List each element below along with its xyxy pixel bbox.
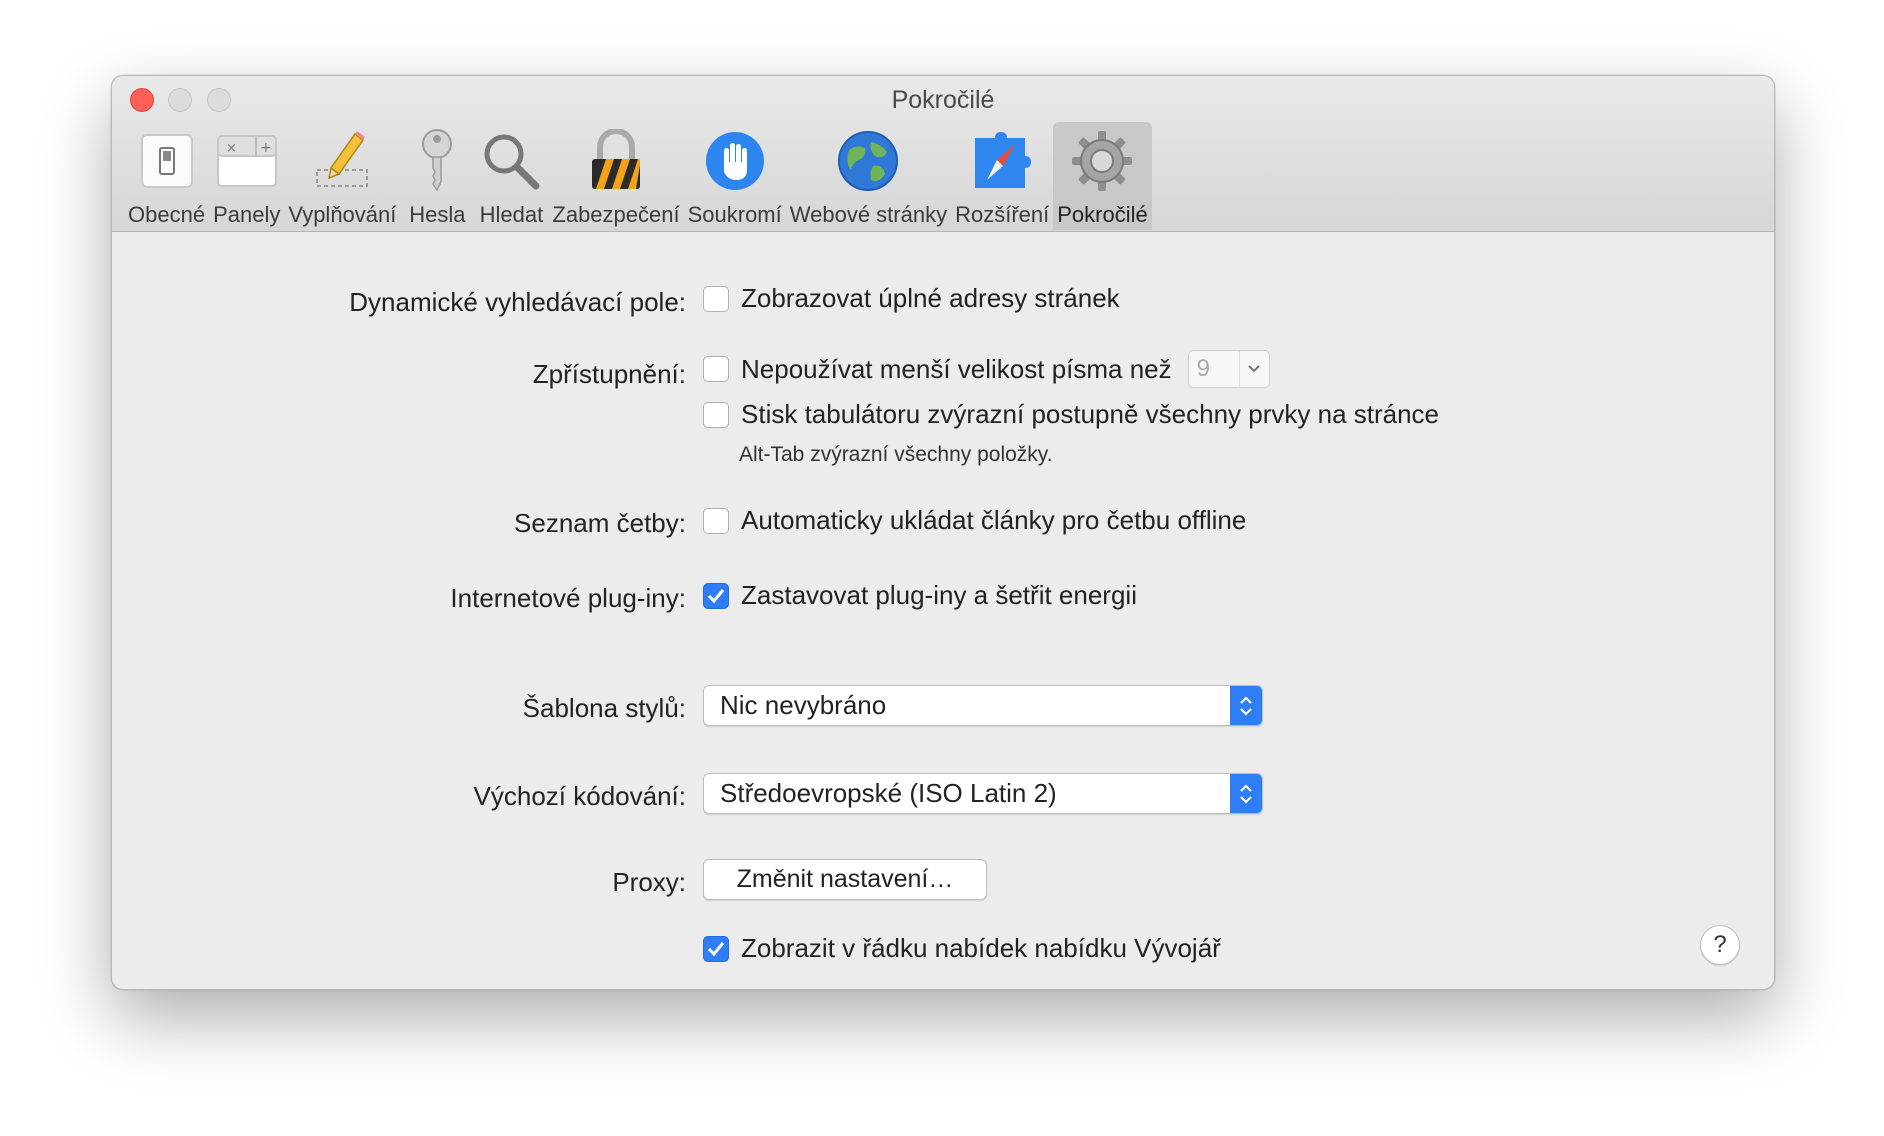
- tab-passwords[interactable]: Hesla: [400, 122, 474, 230]
- help-button[interactable]: ?: [1700, 925, 1740, 965]
- tab-privacy[interactable]: Soukromí: [684, 122, 786, 230]
- gear-icon: [1069, 128, 1135, 194]
- tab-highlight-text: Stisk tabulátoru zvýrazní postupně všech…: [741, 399, 1440, 429]
- padlock-icon: [583, 128, 649, 194]
- switch-icon: [134, 128, 200, 194]
- key-icon: [404, 128, 470, 194]
- tab-general[interactable]: Obecné: [124, 122, 209, 230]
- show-develop-menu-checkbox[interactable]: [703, 935, 729, 962]
- encoding-label: Výchozí kódování:: [473, 781, 686, 811]
- chevron-down-icon: [1238, 351, 1269, 387]
- show-full-address-row[interactable]: Zobrazovat úplné adresy stránek: [703, 283, 1120, 314]
- encoding-popup[interactable]: Středoevropské (ISO Latin 2): [703, 773, 1263, 814]
- show-develop-menu-row[interactable]: Zobrazit v řádku nabídek nabídku Vývojář: [703, 933, 1221, 964]
- globe-icon: [835, 128, 901, 194]
- updown-chevron-icon: [1230, 774, 1262, 813]
- smart-search-label: Dynamické vyhledávací pole:: [349, 287, 686, 317]
- show-develop-menu-text: Zobrazit v řádku nabídek nabídku Vývojář: [741, 933, 1221, 963]
- min-font-row[interactable]: Nepoužívat menší velikost písma než 9: [703, 350, 1270, 388]
- style-sheet-label: Šablona stylů:: [522, 693, 686, 723]
- checkmark-icon: [707, 588, 725, 603]
- tab-highlight-checkbox[interactable]: [703, 401, 729, 428]
- accessibility-label: Zpřístupnění:: [532, 359, 686, 389]
- tab-extensions-label: Rozšíření: [955, 202, 1050, 227]
- reading-list-offline-text: Automaticky ukládat články pro četbu off…: [741, 505, 1247, 535]
- plugins-label: Internetové plug-iny:: [450, 583, 686, 613]
- tab-search[interactable]: Hledat: [474, 122, 548, 230]
- stop-plugins-checkbox[interactable]: [703, 582, 729, 609]
- tab-passwords-label: Hesla: [409, 202, 466, 227]
- tabs-icon: × +: [214, 128, 280, 194]
- preferences-toolbar: Obecné × + Panely Vyplňování Hesla Hleda…: [124, 122, 1152, 232]
- svg-text:×: ×: [226, 141, 237, 156]
- svg-text:+: +: [260, 140, 272, 156]
- tab-websites-label: Webové stránky: [789, 202, 948, 227]
- tab-websites[interactable]: Webové stránky: [786, 122, 951, 230]
- tab-security-label: Zabezpečení: [552, 202, 680, 227]
- style-sheet-value: Nic nevybráno: [720, 690, 887, 720]
- tab-highlight-row[interactable]: Stisk tabulátoru zvýrazní postupně všech…: [703, 399, 1439, 430]
- tab-general-label: Obecné: [128, 202, 206, 227]
- updown-chevron-icon: [1230, 686, 1262, 725]
- pencil-icon: [309, 128, 375, 194]
- preferences-window: Pokročilé Obecné × + Panely Vyplňování H…: [111, 75, 1775, 990]
- reading-list-offline-row[interactable]: Automaticky ukládat články pro četbu off…: [703, 505, 1246, 536]
- checkmark-icon: [707, 941, 725, 956]
- show-full-address-checkbox[interactable]: [703, 285, 729, 312]
- reading-list-offline-checkbox[interactable]: [703, 507, 729, 534]
- min-font-size-value: 9: [1196, 355, 1210, 382]
- tab-autofill[interactable]: Vyplňování: [284, 122, 400, 230]
- tab-advanced-label: Pokročilé: [1057, 202, 1148, 227]
- style-sheet-popup[interactable]: Nic nevybráno: [703, 685, 1263, 726]
- min-font-text: Nepoužívat menší velikost písma než: [741, 353, 1172, 384]
- change-proxy-settings-button[interactable]: Změnit nastavení…: [703, 859, 987, 900]
- tab-highlight-hint: Alt-Tab zvýrazní všechny položky.: [739, 443, 1053, 466]
- window-title: Pokročilé: [891, 86, 995, 114]
- reading-list-label: Seznam četby:: [514, 508, 686, 538]
- tab-extensions[interactable]: Rozšíření: [951, 122, 1053, 230]
- proxy-label: Proxy:: [612, 867, 686, 897]
- stop-plugins-text: Zastavovat plug-iny a šetřit energii: [741, 580, 1137, 610]
- min-font-size-select[interactable]: 9: [1187, 350, 1270, 388]
- advanced-settings-pane: Dynamické vyhledávací pole: Zobrazovat ú…: [112, 233, 1774, 989]
- tab-tabs-label: Panely: [213, 202, 281, 227]
- show-full-address-text: Zobrazovat úplné adresy stránek: [741, 283, 1120, 313]
- min-font-checkbox[interactable]: [703, 356, 729, 382]
- titlebar: Pokročilé Obecné × + Panely Vyplňování H…: [112, 76, 1774, 232]
- puzzle-compass-icon: [969, 128, 1035, 194]
- tab-advanced[interactable]: Pokročilé: [1053, 122, 1152, 230]
- hand-icon: [702, 128, 768, 194]
- tab-privacy-label: Soukromí: [687, 202, 782, 227]
- tab-tabs[interactable]: × + Panely: [209, 122, 284, 230]
- encoding-value: Středoevropské (ISO Latin 2): [720, 778, 1057, 808]
- tab-search-label: Hledat: [479, 202, 544, 227]
- tab-security[interactable]: Zabezpečení: [548, 122, 683, 230]
- tab-autofill-label: Vyplňování: [288, 202, 397, 227]
- magnifier-icon: [478, 128, 544, 194]
- stop-plugins-row[interactable]: Zastavovat plug-iny a šetřit energii: [703, 580, 1137, 611]
